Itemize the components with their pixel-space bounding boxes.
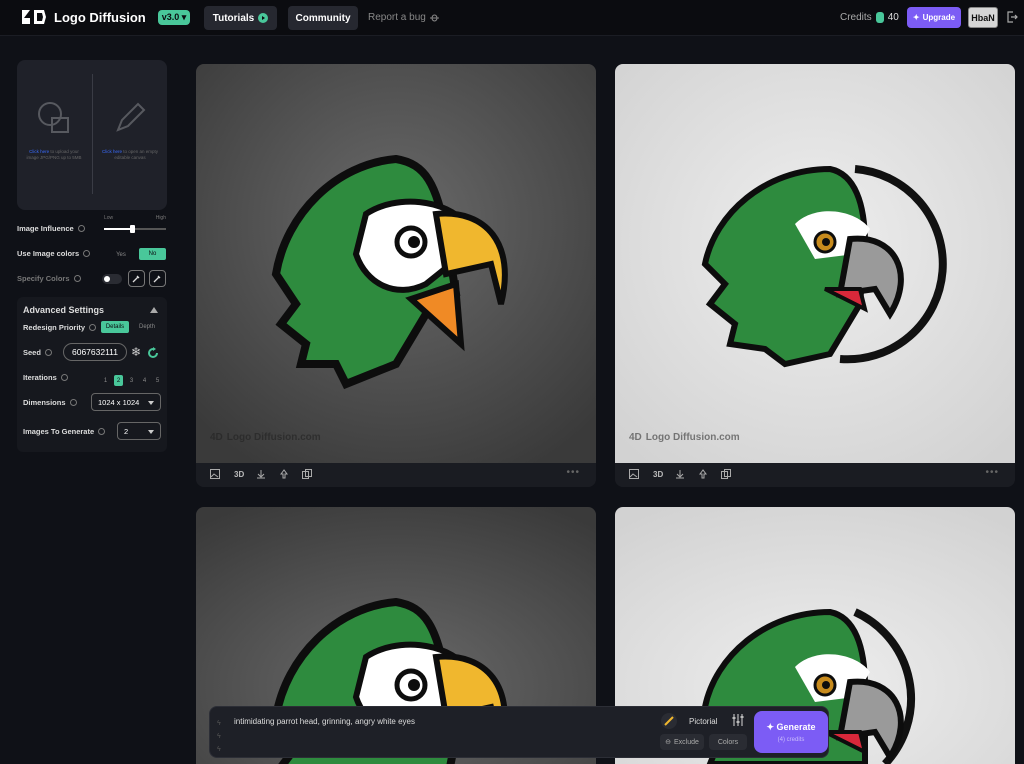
use-colors-no[interactable]: No (139, 248, 166, 260)
report-bug-link[interactable]: Report a bug (368, 12, 439, 23)
images-to-generate-row: Images To Generate (23, 427, 106, 436)
sparkle-icon: ✦ (912, 13, 920, 22)
logo-mark-icon: 4D (210, 432, 223, 443)
version-badge[interactable]: v3.0 ▾ (157, 9, 191, 25)
style-thumbnail-icon[interactable] (661, 713, 677, 729)
bolt-icon[interactable]: ϟ (217, 717, 225, 730)
collapse-caret-icon[interactable] (150, 307, 158, 313)
refresh-icon[interactable] (147, 347, 159, 359)
eyedropper-icon (153, 275, 161, 283)
prompt-bar: ϟ ϟ ϟ intimidating parrot head, grinning… (209, 706, 829, 758)
tutorials-button[interactable]: Tutorials (204, 6, 277, 30)
priority-depth[interactable]: Depth (134, 321, 160, 333)
eyedropper-button-2[interactable] (149, 270, 166, 287)
tune-settings-icon[interactable] (731, 713, 745, 727)
pencil-icon (116, 102, 146, 132)
community-button[interactable]: Community (288, 6, 358, 30)
info-icon[interactable] (69, 399, 77, 406)
generated-logo-image[interactable] (196, 64, 596, 463)
iteration-option[interactable]: 3 (127, 375, 136, 386)
dimensions-row: Dimensions (23, 398, 77, 407)
iterations-row: Iterations (23, 373, 68, 382)
logo-mark-icon: 4D (629, 432, 642, 443)
info-icon[interactable] (60, 374, 68, 381)
upload-panel: Click here to upload your image JPG/PNG … (17, 60, 167, 210)
eyedropper-button[interactable] (128, 270, 145, 287)
info-icon[interactable] (89, 324, 97, 331)
images-count-select[interactable]: 2 (117, 422, 161, 440)
download-icon[interactable] (256, 469, 266, 479)
credits-display: Credits 40 (840, 12, 899, 23)
play-icon (258, 13, 269, 23)
app-name: Logo Diffusion (54, 9, 146, 25)
iteration-option[interactable]: 5 (153, 375, 162, 386)
result-card-1[interactable]: 4D Logo Diffusion.com 3D ••• (196, 64, 596, 487)
image-icon[interactable] (629, 469, 639, 479)
dimensions-select[interactable]: 1024 x 1024 (91, 393, 161, 411)
3d-button[interactable]: 3D (653, 470, 663, 479)
bug-icon (429, 14, 439, 22)
user-avatar[interactable]: HbaN (968, 7, 998, 28)
prompt-bolt-icons: ϟ ϟ ϟ (217, 717, 225, 756)
bolt-icon[interactable]: ϟ (217, 730, 225, 743)
watermark: 4D Logo Diffusion.com (210, 432, 321, 443)
watermark: 4D Logo Diffusion.com (629, 432, 740, 443)
exclude-button[interactable]: ⊖ Exclude (660, 734, 704, 750)
info-icon[interactable] (44, 349, 52, 356)
info-icon[interactable] (77, 225, 85, 232)
card-toolbar: 3D ••• (196, 463, 596, 487)
upload-image-icon (38, 102, 69, 133)
more-options-icon[interactable]: ••• (985, 467, 999, 478)
image-icon[interactable] (210, 469, 220, 479)
generated-logo-image[interactable] (615, 64, 1015, 463)
prompt-input[interactable]: intimidating parrot head, grinning, angr… (234, 717, 415, 726)
bolt-icon[interactable]: ϟ (217, 743, 225, 756)
more-options-icon[interactable]: ••• (566, 467, 580, 478)
info-icon[interactable] (98, 428, 106, 435)
logo-mark-icon (22, 10, 46, 24)
priority-details[interactable]: Details (101, 321, 129, 333)
copy-icon[interactable] (721, 469, 731, 479)
specify-colors-toggle[interactable] (102, 274, 122, 284)
download-icon[interactable] (675, 469, 685, 479)
influence-slider-fill (104, 228, 132, 230)
seed-input[interactable]: 6067632111 (63, 343, 127, 361)
logout-icon[interactable] (1006, 11, 1018, 23)
iteration-option[interactable]: 4 (140, 375, 149, 386)
seed-row: Seed (23, 348, 52, 357)
snowflake-icon[interactable]: ❄ (131, 345, 141, 359)
influence-slider-handle[interactable] (129, 225, 135, 233)
upgrade-button[interactable]: ✦ Upgrade (907, 7, 961, 28)
use-colors-yes[interactable]: Yes (110, 249, 132, 260)
result-card-2[interactable]: 4D Logo Diffusion.com 3D ••• (615, 64, 1015, 487)
advanced-settings-title[interactable]: Advanced Settings (23, 305, 104, 315)
top-bar: Logo Diffusion v3.0 ▾ Tutorials Communit… (0, 0, 1024, 36)
sparkle-icon: ✦ (766, 721, 777, 732)
info-icon[interactable] (73, 275, 81, 282)
eyedropper-icon (132, 275, 140, 283)
iteration-option[interactable]: 1 (101, 375, 110, 386)
colors-button[interactable]: Colors (709, 734, 747, 750)
open-canvas-dropzone[interactable]: Click here to open an empty editable can… (93, 100, 167, 161)
minus-circle-icon: ⊖ (665, 739, 671, 746)
copy-icon[interactable] (302, 469, 312, 479)
generate-button[interactable]: ✦ Generate (4) credits (754, 711, 828, 753)
iteration-option[interactable]: 2 (114, 375, 123, 386)
redesign-priority-row: Redesign Priority (23, 323, 97, 332)
info-icon[interactable] (83, 250, 91, 257)
influence-labels: Low High (104, 215, 166, 221)
upload-image-dropzone[interactable]: Click here to upload your image JPG/PNG … (17, 100, 91, 161)
upscale-icon[interactable] (279, 469, 289, 479)
chevron-down-icon (148, 401, 154, 405)
chevron-down-icon (148, 430, 154, 434)
upscale-icon[interactable] (698, 469, 708, 479)
style-selector[interactable]: Pictorial (689, 717, 717, 726)
card-toolbar: 3D ••• (615, 463, 1015, 487)
3d-button[interactable]: 3D (234, 470, 244, 479)
advanced-settings-panel: Advanced Settings Redesign Priority Deta… (17, 297, 167, 452)
credit-icon (875, 12, 884, 23)
app-logo[interactable]: Logo Diffusion v3.0 ▾ (20, 8, 191, 26)
